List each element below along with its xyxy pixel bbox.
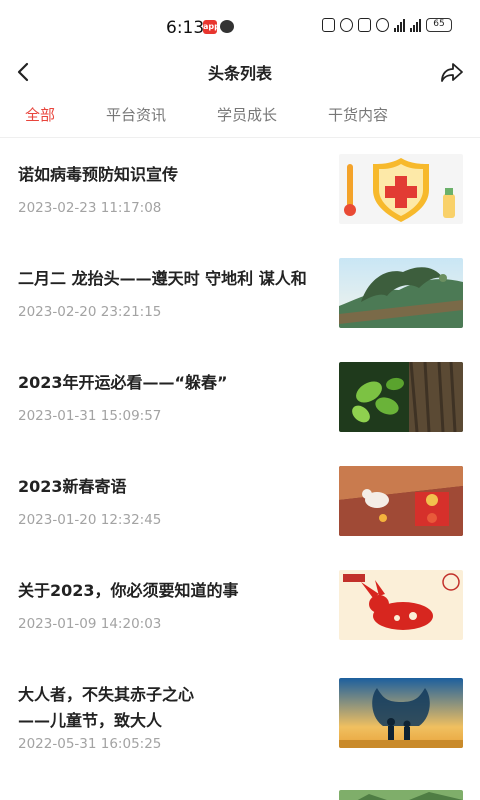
app-header: 头条列表 bbox=[0, 56, 480, 90]
tab-student-growth[interactable]: 学员成长 bbox=[217, 104, 277, 125]
list-item-partial[interactable] bbox=[0, 778, 480, 800]
rabbit-papercut-image bbox=[339, 570, 463, 640]
notification-app-icon: app bbox=[203, 20, 220, 34]
tab-practical-content[interactable]: 干货内容 bbox=[328, 104, 388, 125]
article-title: 诺如病毒预防知识宣传 bbox=[18, 165, 179, 184]
category-tabs: 全部 平台资讯 学员成长 干货内容 bbox=[0, 104, 480, 138]
dragon-roof-image bbox=[339, 258, 463, 328]
nfc-icon bbox=[322, 18, 335, 32]
article-title: 关于2023，你必须要知道的事 bbox=[18, 581, 239, 600]
article-title: 2023年开运必看——“躲春” bbox=[18, 373, 228, 392]
article-date: 2023-02-20 23:21:15 bbox=[18, 304, 162, 320]
childrens-day-image bbox=[339, 678, 463, 748]
health-shield-image bbox=[339, 154, 463, 224]
message-notification-icon bbox=[220, 20, 234, 33]
article-date: 2023-01-20 12:32:45 bbox=[18, 512, 162, 528]
list-item[interactable]: 大人者，不失其赤子之心 ——儿童节，致大人 2022-05-31 16:05:2… bbox=[0, 658, 480, 768]
tab-platform-news[interactable]: 平台资讯 bbox=[106, 104, 166, 125]
share-icon[interactable] bbox=[440, 61, 464, 83]
list-item[interactable]: 诺如病毒预防知识宣传 2023-02-23 11:17:08 bbox=[0, 138, 480, 242]
status-time: 6:13 bbox=[166, 18, 205, 38]
article-title: 二月二 龙抬头——遵天时 守地利 谋人和 bbox=[18, 269, 307, 288]
article-date: 2022-05-31 16:05:25 bbox=[18, 736, 162, 752]
article-date: 2023-01-09 14:20:03 bbox=[18, 616, 162, 632]
battery-icon: 65 bbox=[426, 18, 452, 32]
page-title: 头条列表 bbox=[207, 64, 272, 83]
spring-festival-image bbox=[339, 466, 463, 536]
list-item[interactable]: 2023年开运必看——“躲春” 2023-01-31 15:09:57 bbox=[0, 346, 480, 450]
wifi-icon bbox=[376, 18, 389, 32]
tree-leaves-image bbox=[339, 362, 463, 432]
alarm-icon bbox=[340, 18, 353, 32]
article-title: 2023新春寄语 bbox=[18, 477, 127, 496]
partial-thumbnail-image bbox=[339, 790, 463, 800]
signal-icon bbox=[394, 18, 405, 32]
status-bar: 6:13 app 65 bbox=[0, 0, 480, 56]
signal-icon-2 bbox=[410, 18, 421, 32]
article-date: 2023-02-23 11:17:08 bbox=[18, 200, 162, 216]
vibrate-icon bbox=[358, 18, 371, 32]
list-item[interactable]: 关于2023，你必须要知道的事 2023-01-09 14:20:03 bbox=[0, 554, 480, 658]
article-date: 2023-01-31 15:09:57 bbox=[18, 408, 162, 424]
status-indicators: 65 bbox=[322, 18, 452, 32]
list-item[interactable]: 2023新春寄语 2023-01-20 12:32:45 bbox=[0, 450, 480, 554]
tab-all[interactable]: 全部 bbox=[25, 104, 55, 125]
list-item[interactable]: 二月二 龙抬头——遵天时 守地利 谋人和 2023-02-20 23:21:15 bbox=[0, 242, 480, 346]
article-title: 大人者，不失其赤子之心 ——儿童节，致大人 bbox=[18, 685, 195, 730]
